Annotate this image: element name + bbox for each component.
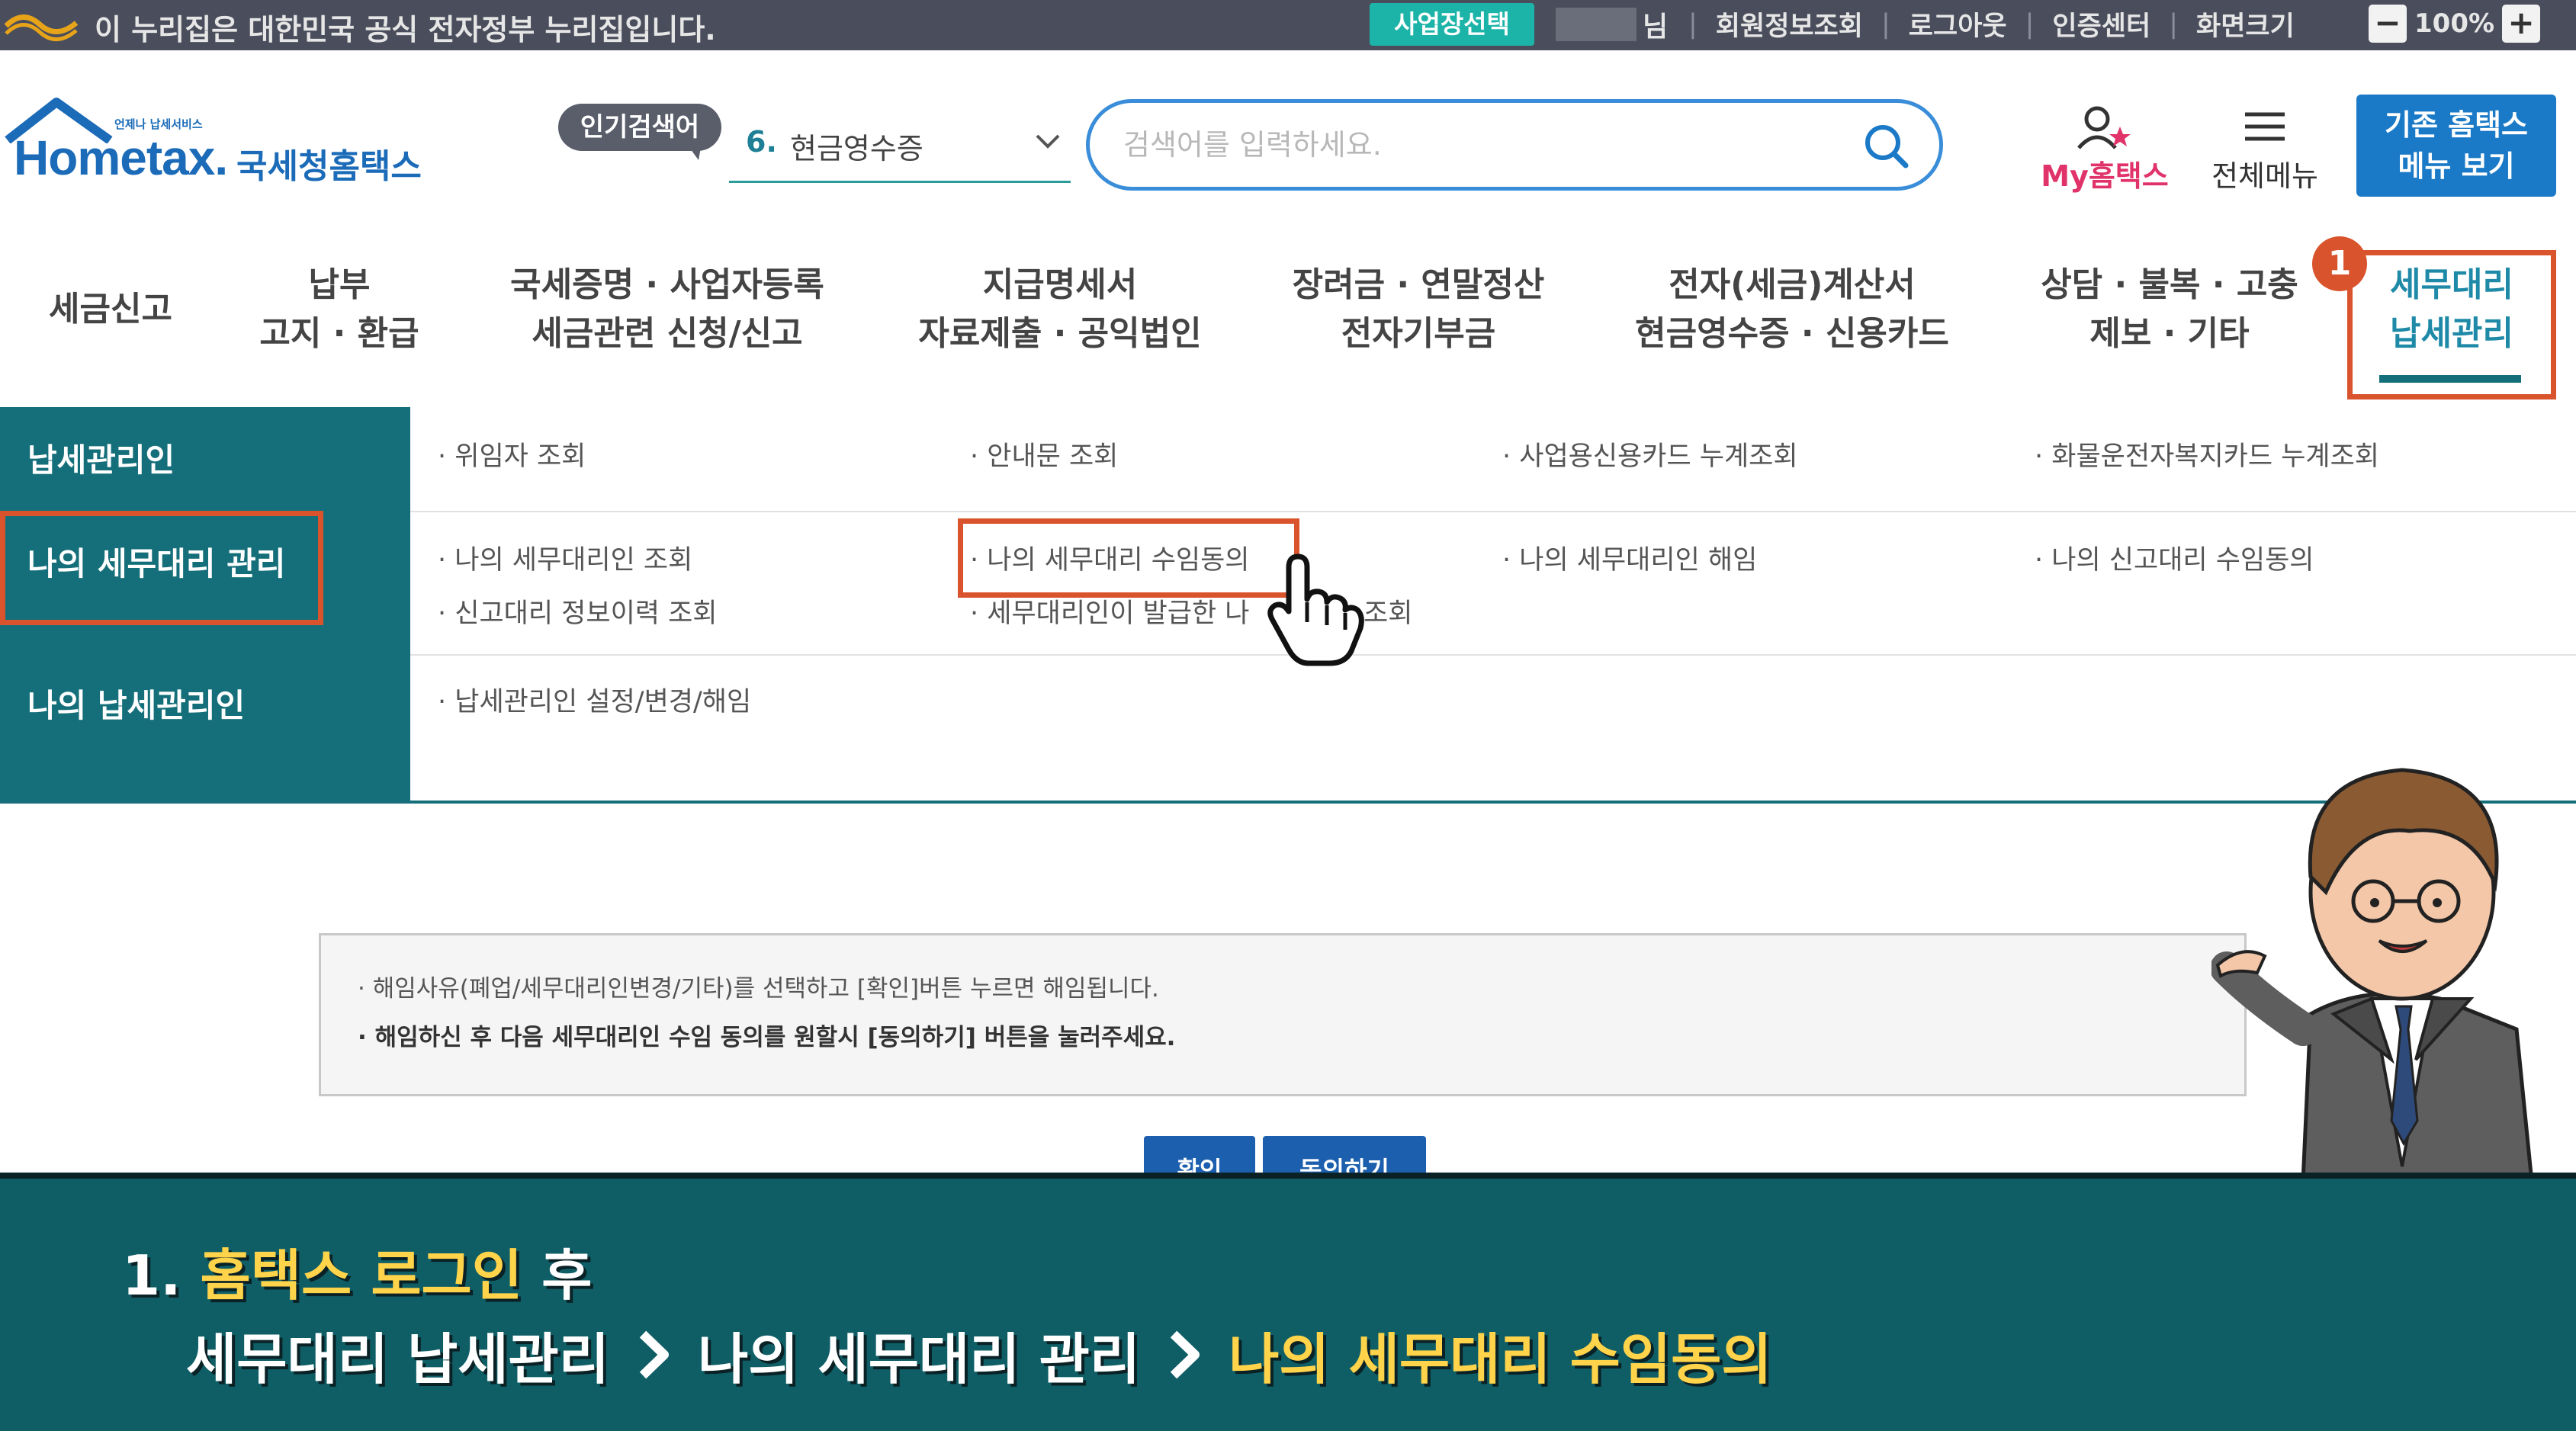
- link-delegator[interactable]: · 위임자 조회: [438, 435, 586, 473]
- nav-label: 전자기부금: [1341, 314, 1496, 353]
- old-menu-line1: 기존 홈택스: [2384, 108, 2529, 142]
- separator: |: [2025, 8, 2035, 40]
- search-icon[interactable]: [1861, 121, 1910, 170]
- link-my-agent-dismiss[interactable]: · 나의 세무대리인 해임: [1502, 538, 1757, 577]
- highlight-box-side: [0, 511, 323, 625]
- separator: |: [1688, 8, 1698, 40]
- notice-line-1: · 해임사유(폐업/세무대리인변경/기타)를 선택하고 [확인]버튼 누르면 해…: [358, 975, 1159, 1003]
- egov-logo-icon: [4, 14, 79, 41]
- nav-label: 현금영수증 · 신용카드: [1635, 314, 1949, 353]
- site-select-button[interactable]: 사업장선택: [1370, 3, 1534, 46]
- dismissal-notice: · 해임사유(폐업/세무대리인변경/기타)를 선택하고 [확인]버튼 누르면 해…: [319, 933, 2247, 1096]
- separator: |: [2169, 8, 2179, 40]
- user-star-icon: [2077, 106, 2131, 149]
- member-info-link[interactable]: 회원정보조회: [1716, 5, 1863, 43]
- caption-highlight-login: 홈택스 로그인: [200, 1243, 523, 1307]
- nav-label: 상담 · 불복 · 고충: [2041, 265, 2298, 304]
- old-menu-line2: 메뉴 보기: [2398, 149, 2515, 183]
- row-divider: [410, 654, 2576, 656]
- nav-label: 지급명세서: [982, 265, 1138, 304]
- hand-pointer-icon: [1267, 553, 1364, 666]
- nav-certificate[interactable]: 국세증명 · 사업자등록 세금관련 신청/신고: [488, 261, 846, 375]
- nav-payment-statement[interactable]: 지급명세서 자료제출 · 공익법인: [900, 261, 1220, 375]
- nav-consult[interactable]: 상담 · 불복 · 고충 제보 · 기타: [2013, 261, 2326, 375]
- all-menu-button[interactable]: 전체메뉴: [2196, 101, 2333, 200]
- top-links: | 회원정보조회 | 로그아웃 | 인증센터 | 화면크기: [1670, 5, 2295, 43]
- nav-label: 장려금 · 연말정산: [1292, 265, 1545, 304]
- popular-rank: 6.: [746, 125, 777, 159]
- gov-banner: 이 누리집은 대한민국 공식 전자정부 누리집입니다. 사업장선택 님 | 회원…: [0, 0, 2576, 50]
- logo-korean: 국세청홈택스: [236, 147, 422, 186]
- user-name-masked: [1556, 8, 1636, 41]
- hamburger-menu-icon: [2245, 112, 2285, 141]
- notice-line-2: · 해임하신 후 다음 세무대리인 수임 동의를 원할시 [동의하기] 버튼을 …: [358, 1024, 1176, 1051]
- highlight-box-nav: [2347, 250, 2556, 399]
- screen-size-label: 화면크기: [2196, 11, 2295, 42]
- nav-label: 세금신고: [49, 290, 172, 329]
- chevron-right-icon: [639, 1330, 669, 1378]
- nav-label: 고지 · 환급: [259, 314, 419, 353]
- chevron-down-icon: [1036, 134, 1060, 149]
- nav-label: 자료제출 · 공익법인: [918, 314, 1202, 353]
- zoom-in-button[interactable]: +: [2502, 5, 2541, 43]
- zoom-value: 100%: [2414, 8, 2495, 39]
- caption-path-3: 나의 세무대리 수임동의: [1229, 1327, 1772, 1391]
- chevron-right-icon: [1170, 1330, 1200, 1378]
- popular-keyword: 현금영수증: [790, 132, 923, 165]
- nav-label: 국세증명 · 사업자등록: [510, 265, 824, 304]
- nav-label: 세금관련 신청/신고: [532, 314, 803, 353]
- cert-center-link[interactable]: 인증센터: [2052, 5, 2150, 43]
- presenter-character-icon: [2211, 768, 2534, 1182]
- nav-label: 전자(세금)계산서: [1669, 265, 1916, 304]
- user-suffix: 님: [1643, 11, 1669, 43]
- link-report-agent-consent[interactable]: · 나의 신고대리 수임동의: [2035, 538, 2314, 577]
- link-manager-setting[interactable]: · 납세관리인 설정/변경/해임: [438, 680, 751, 719]
- search-box: [1086, 99, 1943, 191]
- caption-line-1: 1. 홈택스 로그인 후: [122, 1230, 592, 1311]
- side-item-tax-manager[interactable]: 납세관리인: [27, 435, 175, 481]
- old-hometax-menu-button[interactable]: 기존 홈택스 메뉴 보기: [2356, 95, 2556, 197]
- highlight-box-consent: [958, 518, 1299, 598]
- logo-text: Hometax.: [14, 130, 228, 185]
- all-menu-label: 전체메뉴: [2211, 159, 2318, 193]
- step-badge: 1: [2312, 236, 2367, 291]
- popular-keyword-select[interactable]: 6. 현금영수증: [729, 113, 1071, 183]
- separator: |: [1881, 8, 1890, 40]
- nav-tax-report[interactable]: 세금신고: [23, 285, 198, 399]
- caption-after: 후: [541, 1243, 593, 1307]
- link-report-history[interactable]: · 신고대리 정보이력 조회: [438, 592, 718, 630]
- caption-step: 1.: [122, 1243, 181, 1307]
- side-item-my-tax-manager[interactable]: 나의 납세관리인: [27, 680, 245, 727]
- my-hometax-button[interactable]: My홈택스: [2028, 101, 2181, 200]
- nav-payment[interactable]: 납부 고지 · 환급: [229, 261, 450, 375]
- my-hometax-label: My홈택스: [2041, 159, 2169, 193]
- nav-e-invoice[interactable]: 전자(세금)계산서 현금영수증 · 신용카드: [1617, 261, 1967, 375]
- link-biz-card-sum[interactable]: · 사업용신용카드 누계조회: [1502, 435, 1798, 473]
- nav-label: 납부: [308, 265, 371, 304]
- link-my-agent-lookup[interactable]: · 나의 세무대리인 조회: [438, 538, 692, 577]
- logout-link[interactable]: 로그아웃: [1909, 5, 2007, 43]
- caption-bar: 1. 홈택스 로그인 후 세무대리 납세관리 나의 세무대리 관리 나의 세무대…: [0, 1173, 2576, 1431]
- gov-banner-text: 이 누리집은 대한민국 공식 전자정부 누리집입니다.: [95, 13, 716, 47]
- row-divider: [410, 511, 2576, 512]
- caption-path-1: 세무대리 납세관리: [186, 1327, 609, 1391]
- search-input[interactable]: [1123, 120, 1810, 170]
- link-cargo-card-sum[interactable]: · 화물운전자복지카드 누계조회: [2035, 435, 2379, 473]
- caption-line-2: 세무대리 납세관리 나의 세무대리 관리 나의 세무대리 수임동의: [186, 1314, 1772, 1394]
- nav-incentive[interactable]: 장려금 · 연말정산 전자기부금: [1266, 261, 1571, 375]
- caption-path-2: 나의 세무대리 관리: [698, 1327, 1141, 1391]
- hometax-logo[interactable]: 언제나 납세서비스 Hometax. 국세청홈택스: [0, 98, 442, 204]
- popular-badge-tail: [686, 143, 702, 160]
- link-notice[interactable]: · 안내문 조회: [970, 435, 1118, 473]
- zoom-out-button[interactable]: −: [2369, 5, 2407, 43]
- nav-label: 제보 · 기타: [2089, 314, 2250, 353]
- zoom-control: − 100% +: [2369, 5, 2541, 43]
